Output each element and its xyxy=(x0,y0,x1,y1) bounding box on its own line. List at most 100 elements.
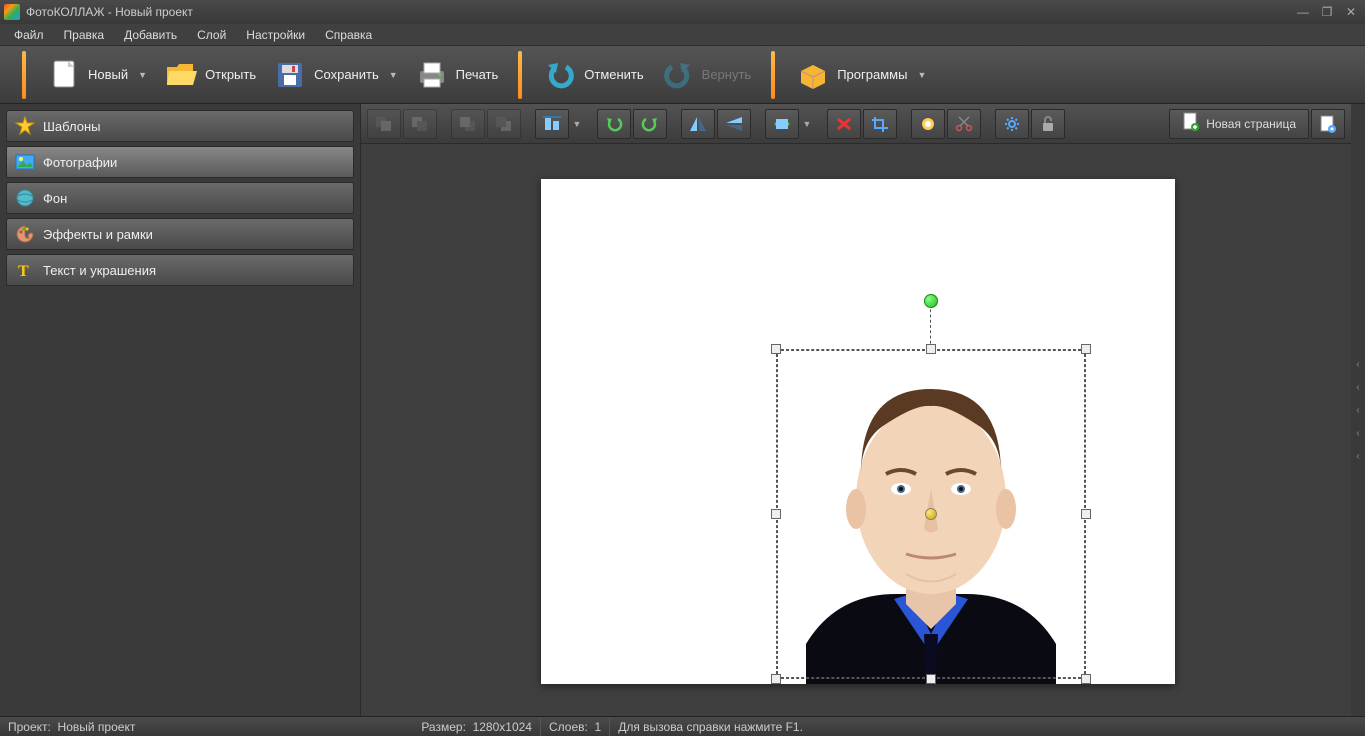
save-label: Сохранить xyxy=(314,67,379,82)
sidebar-item-text[interactable]: T Текст и украшения xyxy=(6,254,354,286)
fit-dropdown[interactable]: ▼ xyxy=(801,119,813,129)
status-size: Размер: 1280x1024 xyxy=(413,717,541,736)
dropdown-arrow-icon: ▼ xyxy=(917,70,926,80)
print-button[interactable]: Печать xyxy=(406,53,507,97)
canvas-page[interactable] xyxy=(541,179,1175,684)
resize-handle-ne[interactable] xyxy=(1081,344,1091,354)
titlebar: ФотоКОЛЛАЖ - Новый проект — ❐ ✕ xyxy=(0,0,1365,24)
menu-edit[interactable]: Правка xyxy=(54,25,115,45)
photo-icon xyxy=(15,152,35,172)
window-title: ФотоКОЛЛАЖ - Новый проект xyxy=(26,5,193,19)
flip-horizontal-button[interactable] xyxy=(681,109,715,139)
chevron-left-icon: ‹ xyxy=(1356,382,1359,393)
align-button[interactable] xyxy=(535,109,569,139)
right-panel-collapsed[interactable]: ‹ ‹ ‹ ‹ ‹ xyxy=(1351,104,1365,716)
canvas-area: ▼ ▼ Новая страница xyxy=(360,104,1351,716)
minimize-button[interactable]: — xyxy=(1293,3,1313,21)
center-handle[interactable] xyxy=(925,508,937,520)
app-icon xyxy=(4,4,20,20)
maximize-button[interactable]: ❐ xyxy=(1317,3,1337,21)
new-label: Новый xyxy=(88,67,128,82)
save-button[interactable]: Сохранить ▼ xyxy=(264,53,406,97)
undo-label: Отменить xyxy=(584,67,643,82)
page-settings-button[interactable] xyxy=(1311,109,1345,139)
delete-button[interactable] xyxy=(827,109,861,139)
open-label: Открыть xyxy=(205,67,256,82)
flip-vertical-button[interactable] xyxy=(717,109,751,139)
status-help: Для вызова справки нажмите F1. xyxy=(610,717,811,736)
layers-value: 1 xyxy=(595,720,602,734)
chevron-left-icon: ‹ xyxy=(1356,405,1359,416)
undo-button[interactable]: Отменить xyxy=(534,53,651,97)
new-page-label: Новая страница xyxy=(1206,117,1296,131)
background-label: Фон xyxy=(43,191,67,206)
templates-label: Шаблоны xyxy=(43,119,101,134)
rotate-right-button[interactable] xyxy=(633,109,667,139)
resize-handle-sw[interactable] xyxy=(771,674,781,684)
resize-handle-n[interactable] xyxy=(926,344,936,354)
status-project: Проект: Новый проект xyxy=(8,717,143,736)
rotation-line xyxy=(930,304,931,349)
project-label: Проект: xyxy=(8,720,51,734)
new-button[interactable]: Новый ▼ xyxy=(38,53,155,97)
layers-label: Слоев: xyxy=(549,720,588,734)
dropdown-arrow-icon: ▼ xyxy=(389,70,398,80)
sidebar-item-templates[interactable]: Шаблоны xyxy=(6,110,354,142)
sidebar-item-background[interactable]: Фон xyxy=(6,182,354,214)
menu-settings[interactable]: Настройки xyxy=(236,25,315,45)
redo-button[interactable]: Вернуть xyxy=(652,53,760,97)
chevron-left-icon: ‹ xyxy=(1356,359,1359,370)
svg-text:T: T xyxy=(18,263,29,280)
send-to-back-button[interactable] xyxy=(487,109,521,139)
globe-icon xyxy=(15,188,35,208)
page-plus-icon xyxy=(1182,112,1200,135)
crop-button[interactable] xyxy=(863,109,897,139)
resize-handle-s[interactable] xyxy=(926,674,936,684)
canvas-viewport[interactable] xyxy=(361,144,1351,716)
menu-layer[interactable]: Слой xyxy=(187,25,236,45)
fit-width-button[interactable] xyxy=(765,109,799,139)
bring-forward-button[interactable] xyxy=(403,109,437,139)
close-button[interactable]: ✕ xyxy=(1341,3,1361,21)
box-icon xyxy=(795,57,831,93)
open-button[interactable]: Открыть xyxy=(155,53,264,97)
sidebar-item-effects[interactable]: Эффекты и рамки xyxy=(6,218,354,250)
rotation-handle[interactable] xyxy=(924,294,938,308)
help-hint: Для вызова справки нажмите F1. xyxy=(618,720,803,734)
star-icon xyxy=(15,116,35,136)
project-value: Новый проект xyxy=(58,720,136,734)
toolbar-separator xyxy=(518,51,522,99)
bring-to-front-button[interactable] xyxy=(367,109,401,139)
menu-help[interactable]: Справка xyxy=(315,25,382,45)
cut-button[interactable] xyxy=(947,109,981,139)
align-dropdown[interactable]: ▼ xyxy=(571,119,583,129)
effects-label: Эффекты и рамки xyxy=(43,227,153,242)
resize-handle-nw[interactable] xyxy=(771,344,781,354)
print-label: Печать xyxy=(456,67,499,82)
resize-handle-se[interactable] xyxy=(1081,674,1091,684)
text-label: Текст и украшения xyxy=(43,263,156,278)
main-toolbar: Новый ▼ Открыть Сохранить ▼ Печать Отмен… xyxy=(0,46,1365,104)
menu-file[interactable]: Файл xyxy=(4,25,54,45)
lock-button[interactable] xyxy=(1031,109,1065,139)
resize-handle-w[interactable] xyxy=(771,509,781,519)
rotate-left-button[interactable] xyxy=(597,109,631,139)
sidebar-item-photos[interactable]: Фотографии xyxy=(6,146,354,178)
toolbar-separator xyxy=(22,51,26,99)
new-page-button[interactable]: Новая страница xyxy=(1169,109,1309,139)
settings-button[interactable] xyxy=(995,109,1029,139)
toolbar-separator xyxy=(771,51,775,99)
size-label: Размер: xyxy=(421,720,466,734)
photos-label: Фотографии xyxy=(43,155,117,170)
send-backward-button[interactable] xyxy=(451,109,485,139)
size-value: 1280x1024 xyxy=(473,720,532,734)
selection-box[interactable] xyxy=(776,349,1086,679)
redo-arrow-icon xyxy=(660,57,696,93)
resize-handle-e[interactable] xyxy=(1081,509,1091,519)
color-button[interactable] xyxy=(911,109,945,139)
menu-add[interactable]: Добавить xyxy=(114,25,187,45)
sidebar: Шаблоны Фотографии Фон Эффекты и рамки T… xyxy=(0,104,360,716)
programs-button[interactable]: Программы ▼ xyxy=(787,53,934,97)
menubar: Файл Правка Добавить Слой Настройки Спра… xyxy=(0,24,1365,46)
dropdown-arrow-icon: ▼ xyxy=(138,70,147,80)
